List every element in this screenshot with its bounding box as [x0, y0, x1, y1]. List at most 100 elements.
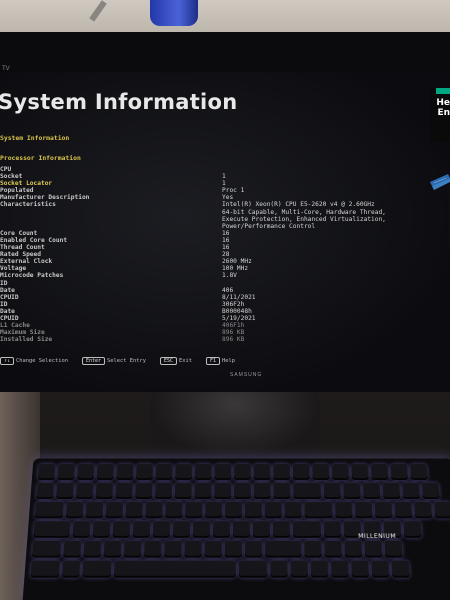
info-row[interactable]: CPUID 5/19/2021 [0, 315, 450, 322]
help-item[interactable]: ESC Exit [159, 357, 192, 365]
monitor-logo: SAMSUNG [230, 372, 263, 378]
info-row[interactable]: External Clock 2600 MHz [0, 258, 450, 265]
keyboard-logo: MILLENIUM [358, 532, 397, 540]
info-row[interactable]: L1 Cache 406F1h [0, 322, 450, 329]
keyboard-key [290, 560, 309, 578]
keyboard-key [272, 521, 291, 538]
keyboard-key [185, 501, 203, 519]
keyboard-key [61, 560, 81, 578]
keyboard-key [95, 482, 114, 500]
keyboard-key [63, 540, 82, 558]
keyboard-key [33, 521, 71, 538]
keyboard-key [175, 464, 193, 481]
info-row-label: Installed Size [0, 336, 53, 344]
info-row[interactable]: Socket 1 [0, 173, 450, 180]
info-row[interactable]: Microcode Patches 1.8V [0, 272, 450, 279]
info-row-label: Enabled Core Count [0, 236, 68, 244]
info-row[interactable]: Characteristics Intel(R) Xeon(R) CPU E5-2… [0, 201, 450, 208]
info-row-value: Proc 1 [222, 187, 245, 195]
info-row[interactable]: ID [0, 280, 450, 287]
keyboard-key [105, 501, 124, 519]
keyboard-key [92, 521, 111, 538]
keyboard-row [30, 560, 450, 578]
info-row[interactable]: Thread Count 16 [0, 244, 450, 251]
keyboard-key [434, 501, 450, 519]
info-row-label: Maximum Size [0, 329, 45, 337]
keyboard-key [253, 482, 271, 500]
info-row[interactable]: Enabled Core Count 16 [0, 237, 450, 244]
monitor: TV System Information He En System Infor… [0, 32, 450, 392]
info-row[interactable]: 64-bit Capable, Multi-Core, Hardware Thr… [0, 209, 450, 216]
keyboard-key [354, 501, 373, 519]
info-row[interactable]: Socket Locator 1 [0, 180, 450, 187]
keyboard-key [184, 540, 202, 558]
info-row-label: ID [0, 279, 8, 287]
keyboard-key [312, 464, 330, 481]
info-row[interactable]: CPUID 8/11/2021 [0, 294, 450, 301]
info-row-label: Characteristics [0, 201, 56, 209]
keyboard-key [232, 521, 251, 538]
keyboard-key [214, 464, 232, 481]
keyboard-key [144, 540, 162, 558]
keyboard-key [135, 482, 153, 500]
info-row-label: Date [0, 286, 15, 294]
keyboard-row [31, 540, 450, 558]
info-row-value: Execute Protection, Enhanced Virtualizat… [222, 215, 386, 223]
info-row-value: 1 [222, 173, 226, 181]
keyboard-key [72, 521, 91, 538]
keyboard-key [204, 540, 222, 558]
info-row[interactable]: Core Count 16 [0, 230, 450, 237]
keyboard-row [36, 482, 449, 500]
info-row-value: 1 [222, 180, 226, 188]
info-row[interactable]: Maximum Size 896 KB [0, 329, 450, 336]
keyboard-key [152, 521, 171, 538]
info-row-value: B000048h [222, 307, 252, 315]
info-row[interactable]: Rated Speed 28 [0, 251, 450, 258]
keyboard-key [165, 501, 183, 519]
info-row[interactable]: Date 406 [0, 287, 450, 294]
help-label: Select Entry [107, 358, 146, 364]
keyboard-key [370, 464, 389, 481]
keyboard-key [344, 540, 363, 558]
breadcrumb-system-information[interactable]: System Information [0, 134, 69, 142]
breadcrumb-processor-information[interactable]: Processor Information [0, 154, 81, 162]
keyboard-key [82, 560, 112, 578]
keyboard-key [85, 501, 104, 519]
keyboard-key [323, 521, 342, 538]
info-row-label: CPU [0, 166, 12, 173]
info-row[interactable]: Date B000048h [0, 308, 450, 315]
keyboard-key [224, 540, 242, 558]
info-row-value: 406F1h [222, 322, 245, 330]
info-row[interactable]: CPU [0, 166, 450, 173]
help-item[interactable]: ↑↓ Change Selection [0, 357, 68, 365]
info-row-value: 64-bit Capable, Multi-Core, Hardware Thr… [222, 208, 386, 216]
keyboard-key [155, 464, 173, 481]
keyboard-key [362, 482, 381, 500]
info-row[interactable]: ID 306F2h [0, 301, 450, 308]
keyboard-key [265, 540, 302, 558]
help-item[interactable]: F1 Help [206, 357, 235, 365]
info-row[interactable]: Manufacturer Description Yes [0, 194, 450, 201]
keyboard-key [310, 560, 329, 578]
keyboard-key [292, 521, 322, 538]
info-row[interactable]: Populated Proc 1 [0, 187, 450, 194]
keyboard-key [214, 482, 232, 500]
keyboard-key [56, 482, 74, 500]
info-row[interactable]: Voltage 100 MHz [0, 265, 450, 272]
keyboard-key [270, 560, 288, 578]
keyboard-key [402, 482, 421, 500]
info-row-label: Microcode Patches [0, 272, 64, 280]
keyboard-key [116, 464, 134, 481]
info-row[interactable]: Power/Performance Control [0, 223, 450, 230]
keyboard-key [37, 464, 56, 481]
keyboard-key [335, 501, 353, 519]
keyboard-key [123, 540, 142, 558]
help-item[interactable]: Enter Select Entry [81, 357, 146, 365]
info-row-value: Power/Performance Control [222, 222, 316, 230]
info-row[interactable]: Installed Size 896 KB [0, 336, 450, 343]
info-row[interactable]: Execute Protection, Enhanced Virtualizat… [0, 216, 450, 223]
help-bar: ↑↓ Change Selection Enter Select Entry ESC Ex… [0, 357, 243, 365]
bios-screen: System Information He En System Informat… [0, 72, 450, 392]
keyboard-key [212, 521, 231, 538]
info-row-label: External Clock [0, 258, 53, 266]
